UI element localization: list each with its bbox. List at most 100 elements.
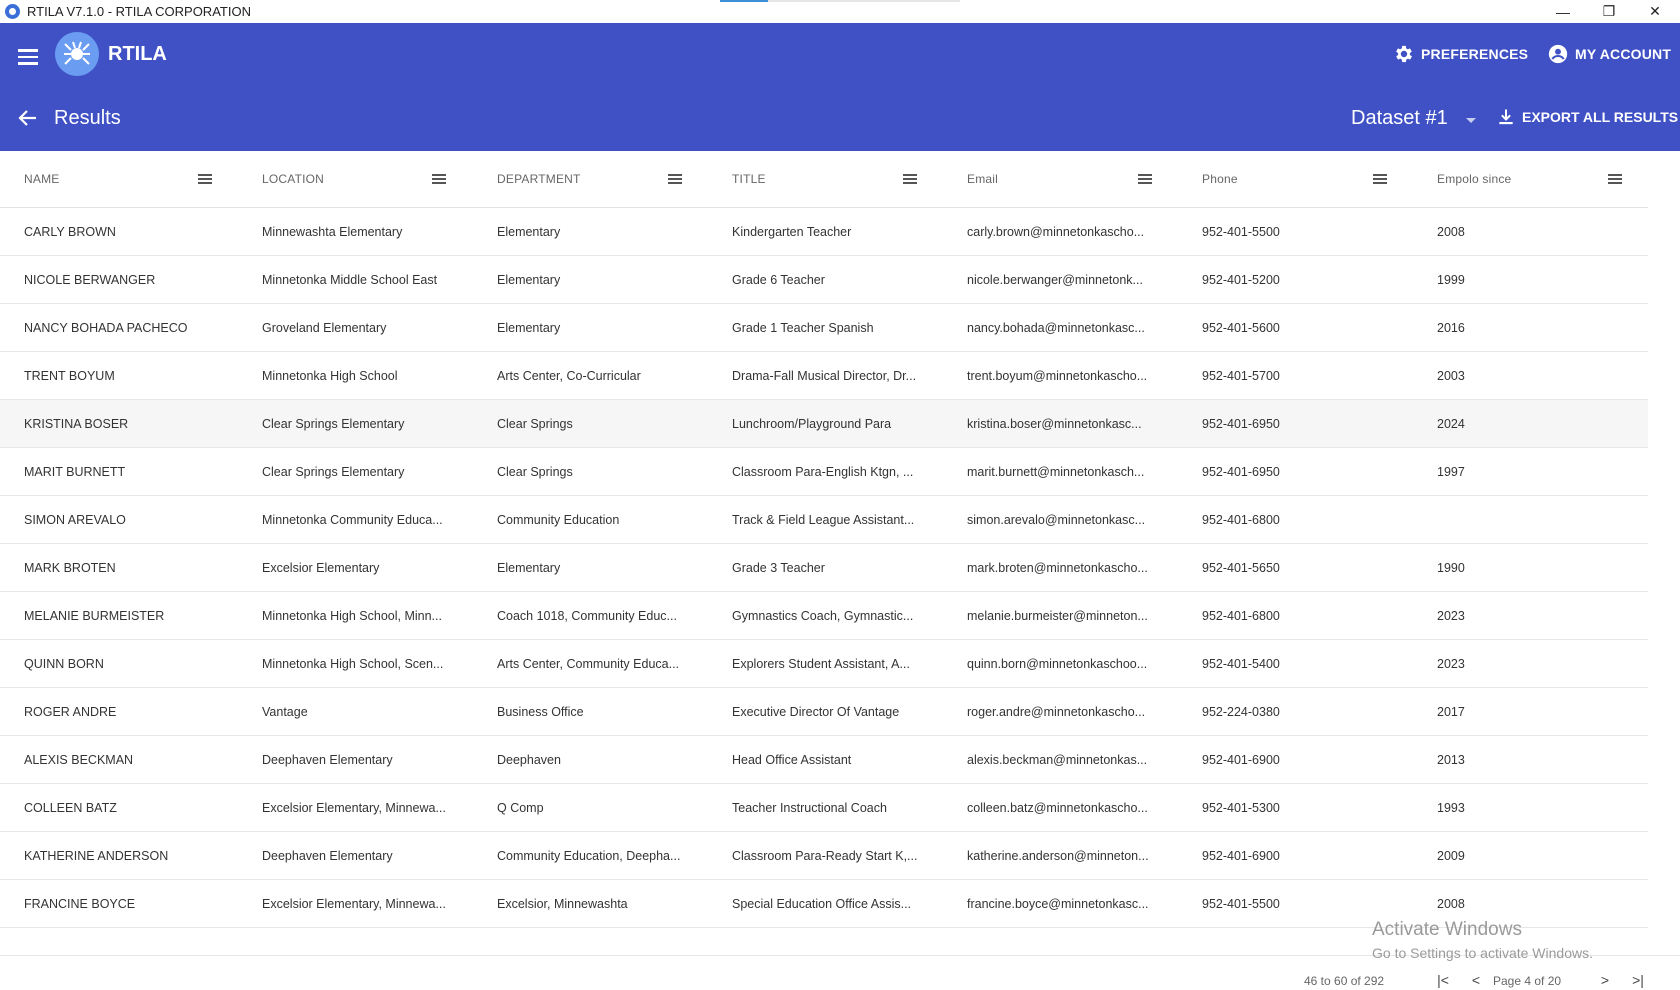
table-row[interactable]: NANCY BOHADA PACHECO Groveland Elementary… bbox=[0, 304, 1648, 352]
column-menu-icon[interactable] bbox=[668, 174, 682, 184]
table-cell: 2024 bbox=[1437, 416, 1465, 431]
table-cell: Clear Springs bbox=[497, 464, 573, 479]
table-cell: 952-401-6900 bbox=[1202, 752, 1280, 767]
table-cell: 2013 bbox=[1437, 752, 1465, 767]
column-menu-icon[interactable] bbox=[198, 174, 212, 184]
table-cell: NANCY BOHADA PACHECO bbox=[24, 320, 188, 335]
table-cell: Track & Field League Assistant... bbox=[732, 512, 915, 527]
table-row[interactable]: MARK BROTEN Excelsior Elementary Elementar… bbox=[0, 544, 1648, 592]
first-page-button[interactable]: |< bbox=[1435, 972, 1451, 988]
table-cell: Arts Center, Community Educa... bbox=[497, 656, 680, 671]
dataset-select[interactable]: Dataset #1 bbox=[1351, 107, 1448, 130]
column-menu-icon[interactable] bbox=[1608, 174, 1622, 184]
activate-windows-subtitle: Go to Settings to activate Windows. bbox=[1372, 945, 1593, 961]
table-cell: nicole.berwanger@minnetonk... bbox=[967, 272, 1143, 287]
close-button[interactable]: ✕ bbox=[1632, 0, 1678, 23]
table-cell: 952-401-6800 bbox=[1202, 608, 1280, 623]
column-menu-icon[interactable] bbox=[903, 174, 917, 184]
table-cell: 952-401-5650 bbox=[1202, 560, 1280, 575]
table-cell: Clear Springs bbox=[497, 416, 573, 431]
last-page-button[interactable]: >| bbox=[1630, 972, 1646, 988]
table-row[interactable]: NICOLE BERWANGER Minnetonka Middle School… bbox=[0, 256, 1648, 304]
table-cell: Minnetonka High School, Minn... bbox=[262, 608, 442, 623]
my-account-button[interactable]: MY ACCOUNT bbox=[1547, 43, 1671, 65]
table-cell: Vantage bbox=[262, 704, 308, 719]
table-cell: carly.brown@minnetonkascho... bbox=[967, 224, 1145, 239]
table-cell: Grade 1 Teacher Spanish bbox=[732, 320, 874, 335]
table-cell: 2003 bbox=[1437, 368, 1465, 383]
table-cell: Clear Springs Elementary bbox=[262, 464, 405, 479]
table-row[interactable]: KRISTINA BOSER Clear Springs Elementary Cl… bbox=[0, 400, 1648, 448]
download-icon bbox=[1499, 109, 1513, 125]
column-header[interactable]: Empolo since bbox=[1437, 151, 1511, 207]
table-cell: 952-401-5200 bbox=[1202, 272, 1280, 287]
maximize-button[interactable]: ❐ bbox=[1586, 0, 1632, 23]
window-titlebar: RTILA V7.1.0 - RTILA CORPORATION — ❐ ✕ bbox=[0, 0, 1680, 23]
table-cell: Business Office bbox=[497, 704, 584, 719]
table-row[interactable]: ALEXIS BECKMAN Deephaven Elementary Deepha… bbox=[0, 736, 1648, 784]
table-cell: nancy.bohada@minnetonkasc... bbox=[967, 320, 1145, 335]
arrow-left-icon[interactable] bbox=[16, 106, 40, 130]
app-header: RTILA PREFERENCES MY ACCOUNT Results Dat… bbox=[0, 23, 1680, 151]
preferences-button[interactable]: PREFERENCES bbox=[1393, 43, 1528, 65]
previous-page-button[interactable]: < bbox=[1468, 972, 1484, 988]
column-menu-icon[interactable] bbox=[1373, 174, 1387, 184]
table-cell: MARK BROTEN bbox=[24, 560, 116, 575]
table-cell: Deephaven Elementary bbox=[262, 848, 393, 863]
table-row[interactable]: MARIT BURNETT Clear Springs Elementary Cle… bbox=[0, 448, 1648, 496]
table-cell: Community Education, Deepha... bbox=[497, 848, 681, 863]
table-row[interactable]: QUINN BORN Minnetonka High School, Scen..… bbox=[0, 640, 1648, 688]
table-cell: Minnetonka High School, Scen... bbox=[262, 656, 444, 671]
table-cell: 952-401-6800 bbox=[1202, 512, 1280, 527]
minimize-button[interactable]: — bbox=[1540, 0, 1586, 23]
table-cell: 2023 bbox=[1437, 656, 1465, 671]
column-header[interactable]: TITLE bbox=[732, 151, 766, 207]
account-circle-icon bbox=[1548, 44, 1568, 64]
chevron-down-icon[interactable] bbox=[1466, 118, 1476, 123]
table-cell: CARLY BROWN bbox=[24, 224, 116, 239]
table-cell: Minnewashta Elementary bbox=[262, 224, 403, 239]
column-menu-icon[interactable] bbox=[1138, 174, 1152, 184]
column-header[interactable]: DEPARTMENT bbox=[497, 151, 581, 207]
table-row[interactable]: SIMON AREVALO Minnetonka Community Educa.… bbox=[0, 496, 1648, 544]
column-header[interactable]: LOCATION bbox=[262, 151, 324, 207]
table-row[interactable]: MELANIE BURMEISTER Minnetonka High School… bbox=[0, 592, 1648, 640]
table-cell: ROGER ANDRE bbox=[24, 704, 117, 719]
table-row[interactable]: CARLY BROWN Minnewashta Elementary Element… bbox=[0, 208, 1648, 256]
table-cell: FRANCINE BOYCE bbox=[24, 896, 136, 911]
table-row[interactable]: COLLEEN BATZ Excelsior Elementary, Minnew… bbox=[0, 784, 1648, 832]
column-header[interactable]: Phone bbox=[1202, 151, 1238, 207]
table-cell: Classroom Para-English Ktgn, ... bbox=[732, 464, 914, 479]
table-cell: 1993 bbox=[1437, 800, 1465, 815]
table-cell: Coach 1018, Community Educ... bbox=[497, 608, 677, 623]
export-all-results-button[interactable]: EXPORT ALL RESULTS bbox=[1496, 107, 1678, 127]
table-row[interactable]: ROGER ANDRE Vantage Business Office Executi… bbox=[0, 688, 1648, 736]
column-header[interactable]: Email bbox=[967, 151, 998, 207]
table-cell: colleen.batz@minnetonkascho... bbox=[967, 800, 1148, 815]
table-row[interactable]: KATHERINE ANDERSON Deephaven Elementary Co… bbox=[0, 832, 1648, 880]
table-cell: Gymnastics Coach, Gymnastic... bbox=[732, 608, 914, 623]
table-cell: ALEXIS BECKMAN bbox=[24, 752, 134, 767]
next-page-button[interactable]: > bbox=[1597, 972, 1613, 988]
table-cell: 2009 bbox=[1437, 848, 1465, 863]
table-cell: KRISTINA BOSER bbox=[24, 416, 129, 431]
window-title: RTILA V7.1.0 - RTILA CORPORATION bbox=[27, 4, 251, 19]
hamburger-icon[interactable] bbox=[14, 43, 42, 71]
page-indicator: Page 4 of 20 bbox=[1493, 974, 1562, 988]
table-cell: 952-401-5400 bbox=[1202, 656, 1280, 671]
table-cell: Elementary bbox=[497, 560, 561, 575]
table-cell: 952-401-6950 bbox=[1202, 464, 1280, 479]
table-cell: Groveland Elementary bbox=[262, 320, 387, 335]
table-cell: 952-401-5500 bbox=[1202, 224, 1280, 239]
column-menu-icon[interactable] bbox=[432, 174, 446, 184]
table-cell: trent.boyum@minnetonkascho... bbox=[967, 368, 1148, 383]
table-row[interactable]: TRENT BOYUM Minnetonka High School Arts Ce… bbox=[0, 352, 1648, 400]
table-cell: Executive Director Of Vantage bbox=[732, 704, 900, 719]
spider-logo-icon bbox=[55, 32, 99, 76]
gear-icon bbox=[1396, 45, 1412, 63]
table-cell: 2017 bbox=[1437, 704, 1465, 719]
table-cell: Elementary bbox=[497, 272, 561, 287]
pagination-range: 46 to 60 of 292 bbox=[1304, 974, 1385, 988]
table-cell: 952-401-5700 bbox=[1202, 368, 1280, 383]
column-header[interactable]: NAME bbox=[24, 151, 59, 207]
